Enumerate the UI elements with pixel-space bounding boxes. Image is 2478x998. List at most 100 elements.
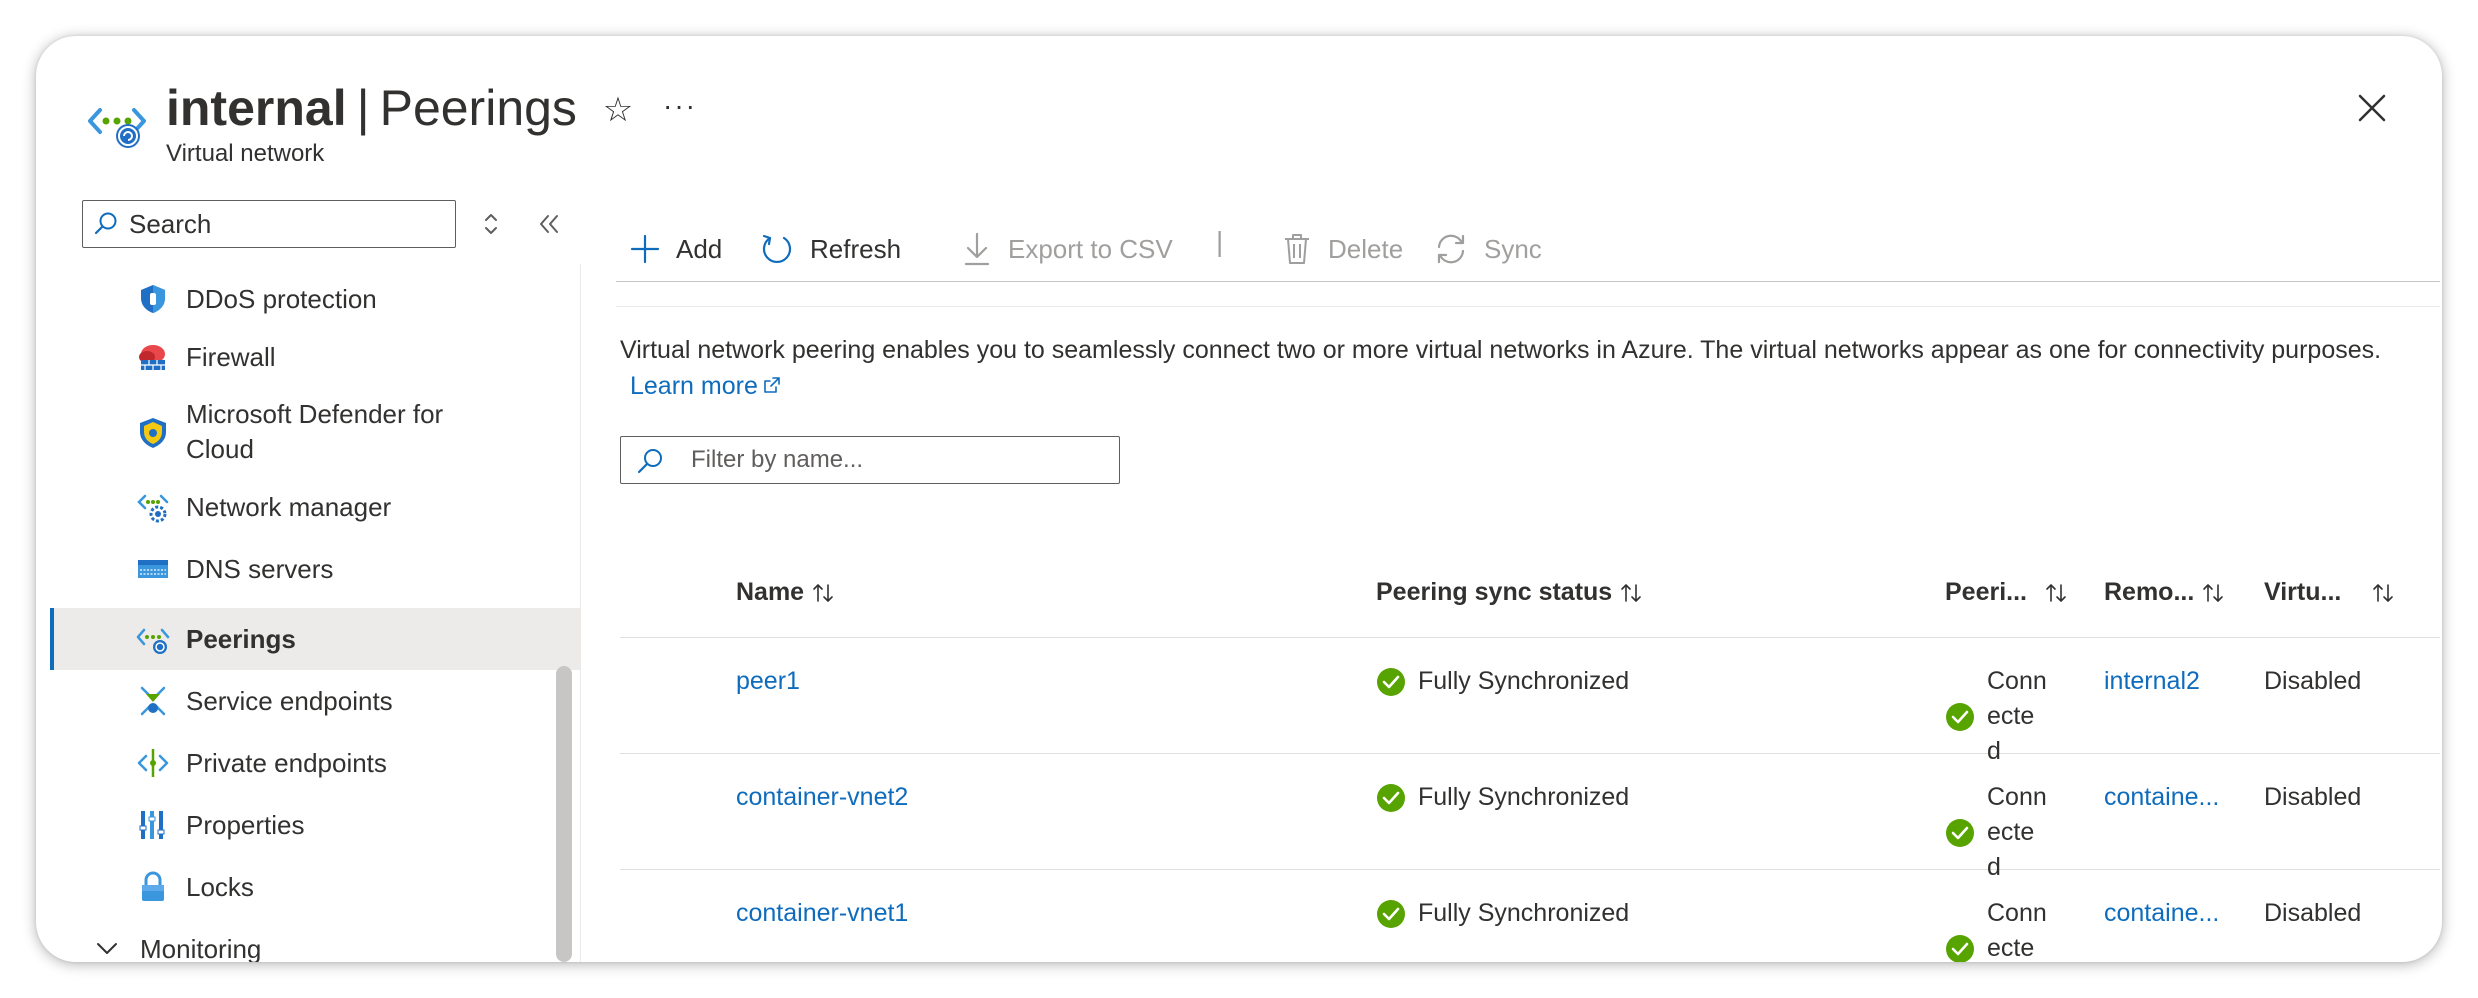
sync-icon (1437, 234, 1465, 264)
peering-description: Virtual network peering enables you to s… (620, 332, 2420, 404)
column-header-sync-status[interactable]: Peering sync status (1376, 578, 1642, 607)
sidebar-item-firewall[interactable]: Firewall (50, 334, 580, 380)
sidebar-item-label: Microsoft Defender for Cloud (186, 399, 444, 464)
column-label: Peering sync status (1376, 578, 1613, 606)
learn-more-label: Learn more (630, 372, 758, 400)
peerings-table: Name Peering sync status Peeri... Remo..… (620, 536, 2440, 962)
success-check-icon (1377, 899, 1405, 928)
menu-scrollbar[interactable] (556, 666, 572, 962)
virtual-access-cell: Disabled (2264, 899, 2362, 927)
download-icon (964, 232, 990, 266)
portal-window: internal | Peerings Virtual network ☆ ··· (36, 36, 2442, 962)
sidebar-item-label: Properties (186, 809, 305, 840)
properties-icon (139, 811, 165, 839)
filter-box[interactable] (620, 436, 1120, 484)
refresh-button[interactable]: Refresh (760, 228, 901, 270)
sidebar-item-private-endpoints[interactable]: Private endpoints (50, 740, 580, 786)
double-chevron-left-icon (540, 215, 558, 233)
table-row[interactable]: container-vnet1 Fully Synchronized Conne… (620, 870, 2440, 962)
menu-search-box[interactable] (82, 200, 456, 248)
service-endpoints-icon (140, 686, 166, 716)
column-label: Virtu... (2264, 578, 2342, 606)
export-label: Export to CSV (1008, 233, 1173, 264)
menu-search-input[interactable] (129, 205, 439, 243)
private-endpoints-icon (137, 749, 169, 777)
success-check-icon (1377, 783, 1405, 812)
sidebar-item-peerings[interactable]: Peerings (50, 608, 580, 670)
table-header: Name Peering sync status Peeri... Remo..… (620, 536, 2440, 638)
success-check-icon (1377, 667, 1405, 696)
collapse-menu-button[interactable] (532, 206, 566, 242)
sync-status-cell: Fully Synchronized (1376, 780, 1629, 815)
defender-icon (140, 418, 166, 448)
success-check-icon (1946, 702, 1974, 731)
sidebar-item-locks[interactable]: Locks (50, 864, 580, 910)
success-check-icon (1946, 934, 1974, 962)
content-divider (616, 306, 2440, 307)
remote-vnet-link[interactable]: internal2 (2104, 664, 2200, 699)
remote-vnet-link[interactable]: containe... (2104, 896, 2219, 931)
learn-more-link[interactable]: Learn more (630, 372, 782, 400)
peering-name-link[interactable]: peer1 (736, 664, 800, 699)
sidebar-item-service-endpoints[interactable]: Service endpoints (50, 678, 580, 724)
sidebar-group-monitoring[interactable]: Monitoring (50, 926, 580, 962)
sidebar-item-defender-for-cloud[interactable]: Microsoft Defender for Cloud (50, 392, 580, 472)
virtual-access-cell: Disabled (2264, 783, 2362, 811)
table-row[interactable]: container-vnet2 Fully Synchronized Conne… (620, 754, 2440, 881)
close-icon (2358, 94, 2386, 122)
sidebar-item-label: Private endpoints (186, 747, 387, 778)
favorite-button[interactable]: ☆ (596, 88, 640, 132)
plus-icon (630, 234, 660, 264)
expand-collapse-all-button[interactable] (474, 206, 508, 242)
sidebar-item-label: DDoS protection (186, 283, 377, 314)
resource-menu: DDoS protection Firewall Microsoft Defen… (50, 264, 580, 962)
peering-name-link[interactable]: container-vnet2 (736, 780, 908, 815)
virtual-network-icon (88, 108, 146, 148)
more-options-button[interactable]: ··· (658, 86, 702, 130)
sidebar-item-label: Locks (186, 871, 254, 902)
sync-status-cell: Fully Synchronized (1376, 664, 1629, 699)
chevron-down-icon (97, 943, 117, 954)
sync-button[interactable]: Sync (1434, 228, 1542, 270)
star-icon: ☆ (602, 91, 634, 129)
remote-vnet-link[interactable]: containe... (2104, 780, 2219, 815)
up-down-chevron-icon (485, 214, 497, 234)
resource-name: internal (166, 80, 347, 136)
virtual-access-cell: Disabled (2264, 667, 2362, 695)
delete-button[interactable]: Delete (1282, 228, 1403, 270)
export-csv-button[interactable]: Export to CSV (962, 228, 1173, 270)
column-header-peering-status[interactable]: Peeri... (1945, 578, 2085, 607)
sidebar-item-network-manager[interactable]: Network manager (50, 484, 580, 530)
column-header-name[interactable]: Name (736, 578, 834, 607)
column-header-remote[interactable]: Remo... (2104, 578, 2244, 607)
search-icon (94, 212, 117, 235)
trash-icon (1285, 234, 1309, 264)
sidebar-item-dns-servers[interactable]: DNS servers (50, 546, 580, 592)
column-label: Peeri... (1945, 578, 2027, 606)
sidebar-item-label: Firewall (186, 341, 276, 372)
ddos-shield-icon (141, 285, 165, 313)
search-icon (637, 449, 662, 474)
description-text: Virtual network peering enables you to s… (620, 336, 2382, 364)
add-button[interactable]: Add (630, 228, 722, 270)
table-row[interactable]: peer1 Fully Synchronized Connected inter… (620, 638, 2440, 765)
delete-label: Delete (1328, 233, 1404, 264)
external-link-icon (764, 377, 780, 393)
filter-input[interactable] (691, 441, 1101, 479)
peering-status-cell: Connected (1945, 896, 2047, 962)
sidebar-item-label: Peerings (186, 623, 296, 654)
column-header-virtual[interactable]: Virtu... (2264, 578, 2404, 607)
sidebar-item-ddos-protection[interactable]: DDoS protection (50, 276, 580, 322)
sidebar-item-label: Network manager (186, 491, 392, 522)
page-title: internal | Peerings (166, 78, 577, 138)
lock-icon (142, 871, 164, 901)
add-label: Add (676, 233, 723, 264)
sync-status-text: Fully Synchronized (1418, 667, 1630, 695)
sort-icon (2373, 583, 2393, 602)
column-label: Remo... (2104, 578, 2195, 606)
sidebar-item-properties[interactable]: Properties (50, 802, 580, 848)
title-separator: | (356, 80, 370, 136)
close-button[interactable] (2350, 86, 2394, 130)
peering-name-link[interactable]: container-vnet1 (736, 896, 908, 931)
sort-icon (813, 583, 833, 602)
